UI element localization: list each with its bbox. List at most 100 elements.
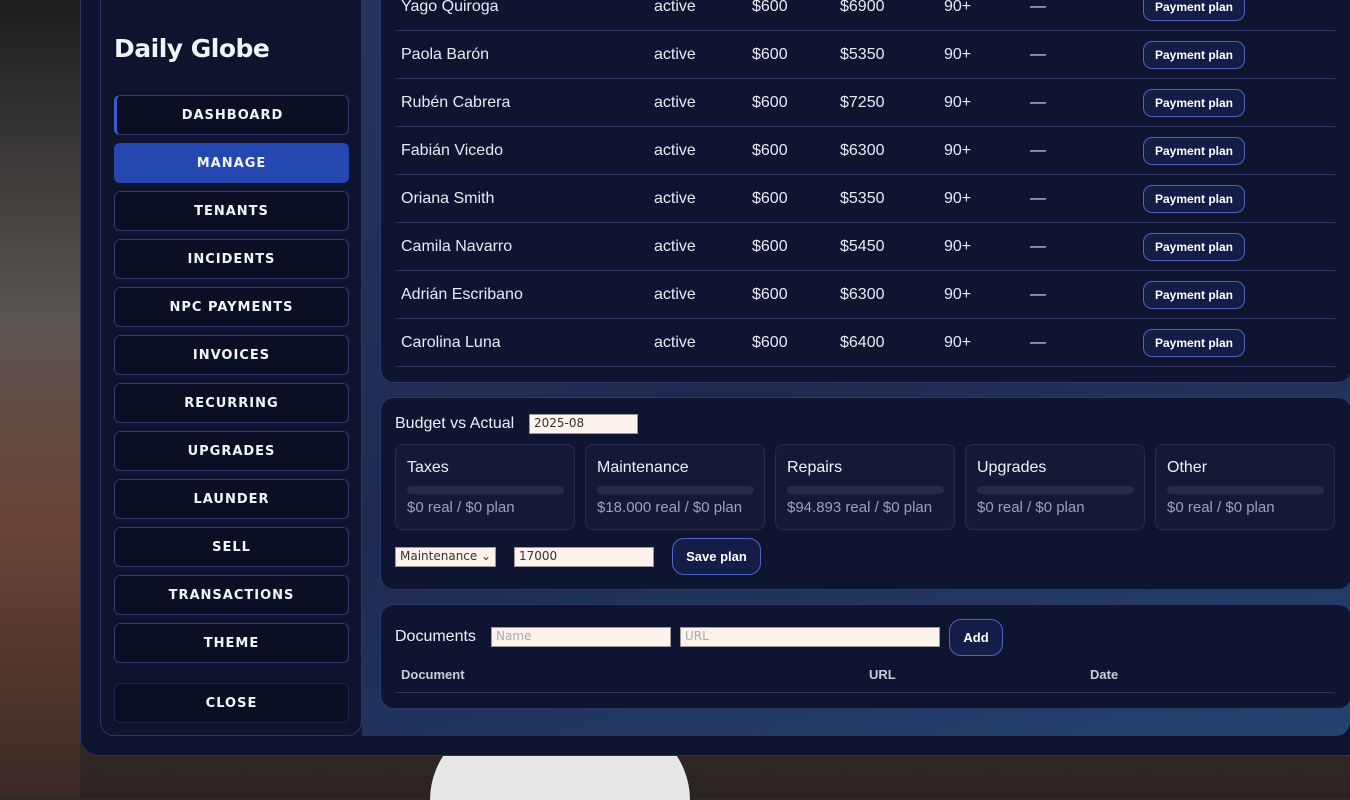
close-button[interactable]: CLOSE [114, 683, 349, 723]
payment-plan-button[interactable]: Payment plan [1143, 328, 1245, 357]
tenant-days-overdue: 90+ [944, 0, 972, 15]
tenant-note: — [1030, 141, 1046, 159]
tenant-days-overdue: 90+ [944, 237, 972, 255]
tenant-status: active [654, 0, 696, 15]
tenant-name: Fabián Vicedo [401, 141, 503, 159]
chevron-down-icon: ⌄ [480, 549, 491, 563]
tenant-name: Camila Navarro [401, 237, 513, 255]
budget-category-card: Repairs $94.893 real / $0 plan [775, 444, 955, 530]
nav-transactions-button[interactable]: TRANSACTIONS [114, 575, 349, 615]
tenant-rent: $600 [752, 141, 788, 159]
tenant-days-overdue: 90+ [944, 141, 972, 159]
save-plan-button[interactable]: Save plan [672, 538, 761, 575]
tenant-debt: $6300 [840, 285, 885, 303]
tenant-days-overdue: 90+ [944, 45, 972, 63]
nav-launder-button[interactable]: LAUNDER [114, 479, 349, 519]
nav-dashboard-button[interactable]: DASHBOARD [114, 95, 349, 135]
nav-recurring-button[interactable]: RECURRING [114, 383, 349, 423]
documents-card [380, 604, 1350, 709]
category-progress-bar [407, 486, 564, 494]
budget-category-card: Taxes $0 real / $0 plan [395, 444, 575, 530]
category-name: Upgrades [977, 459, 1047, 476]
budget-month-input[interactable]: 2025-08 [529, 414, 638, 434]
category-select[interactable]: Maintenance ⌄ [395, 547, 496, 567]
category-name: Other [1167, 459, 1208, 476]
nav-theme-button[interactable]: THEME [114, 623, 349, 663]
category-name: Taxes [407, 459, 449, 476]
tenant-note: — [1030, 0, 1046, 15]
table-row: Adrián Escribano active $600 $6300 90+ —… [395, 271, 1335, 319]
nav-upgrades-button[interactable]: UPGRADES [114, 431, 349, 471]
tenant-rent: $600 [752, 333, 788, 351]
table-row: Oriana Smith active $600 $5350 90+ — Pay… [395, 175, 1335, 223]
tenant-note: — [1030, 285, 1046, 303]
tenant-rent: $600 [752, 45, 788, 63]
tenant-rent: $600 [752, 93, 788, 111]
column-header-date: Date [1090, 667, 1119, 682]
game-background [0, 0, 80, 798]
tenant-debt: $6900 [840, 0, 885, 15]
tenant-debt: $6400 [840, 333, 885, 351]
tenant-status: active [654, 333, 696, 351]
tenant-rent: $600 [752, 237, 788, 255]
budget-title: Budget vs Actual [395, 415, 515, 432]
category-name: Repairs [787, 459, 843, 476]
tenant-name: Carolina Luna [401, 333, 501, 351]
payment-plan-button[interactable]: Payment plan [1143, 88, 1245, 117]
budget-category-card: Maintenance $18.000 real / $0 plan [585, 444, 765, 530]
documents-title: Documents [395, 628, 476, 645]
tenant-note: — [1030, 237, 1046, 255]
tenant-status: active [654, 285, 696, 303]
tenant-name: Adrián Escribano [401, 285, 523, 303]
budget-category-card: Upgrades $0 real / $0 plan [965, 444, 1145, 530]
tenant-debt: $6300 [840, 141, 885, 159]
table-row: Yago Quiroga active $600 $6900 90+ — Pay… [395, 0, 1335, 31]
tenant-note: — [1030, 189, 1046, 207]
category-progress-bar [787, 486, 944, 494]
plan-amount-input[interactable]: 17000 [514, 547, 654, 567]
nav-tenants-button[interactable]: TENANTS [114, 191, 349, 231]
tenant-status: active [654, 141, 696, 159]
document-url-input[interactable]: URL [680, 627, 940, 647]
table-row: Fabián Vicedo active $600 $6300 90+ — Pa… [395, 127, 1335, 175]
tenant-name: Oriana Smith [401, 189, 495, 207]
category-progress-bar [977, 486, 1134, 494]
payment-plan-button[interactable]: Payment plan [1143, 136, 1245, 165]
category-value: $0 real / $0 plan [977, 499, 1085, 516]
tenant-days-overdue: 90+ [944, 93, 972, 111]
nav-incidents-button[interactable]: INCIDENTS [114, 239, 349, 279]
budget-category-card: Other $0 real / $0 plan [1155, 444, 1335, 530]
payment-plan-button[interactable]: Payment plan [1143, 232, 1245, 261]
payment-plan-button[interactable]: Payment plan [1143, 184, 1245, 213]
tenant-status: active [654, 237, 696, 255]
tenant-rent: $600 [752, 285, 788, 303]
tenant-debt: $5450 [840, 237, 885, 255]
nav-invoices-button[interactable]: INVOICES [114, 335, 349, 375]
tenant-name: Rubén Cabrera [401, 93, 511, 111]
tenant-status: active [654, 93, 696, 111]
table-row: Rubén Cabrera active $600 $7250 90+ — Pa… [395, 79, 1335, 127]
nav-manage-button[interactable]: MANAGE [114, 143, 349, 183]
tenant-status: active [654, 45, 696, 63]
table-row: Carolina Luna active $600 $6400 90+ — Pa… [395, 319, 1335, 367]
table-row: Paola Barón active $600 $5350 90+ — Paym… [395, 31, 1335, 79]
tenant-rent: $600 [752, 189, 788, 207]
nav-npc-payments-button[interactable]: NPC PAYMENTS [114, 287, 349, 327]
category-select-value: Maintenance [400, 549, 478, 563]
category-value: $18.000 real / $0 plan [597, 499, 743, 516]
tenant-status: active [654, 189, 696, 207]
nav-sell-button[interactable]: SELL [114, 527, 349, 567]
tenant-debt: $5350 [840, 45, 885, 63]
tenant-debt: $5350 [840, 189, 885, 207]
payment-plan-button[interactable]: Payment plan [1143, 40, 1245, 69]
payment-plan-button[interactable]: Payment plan [1143, 280, 1245, 309]
category-name: Maintenance [597, 459, 689, 476]
documents-divider [395, 692, 1335, 693]
add-document-button[interactable]: Add [949, 619, 1003, 656]
tenant-note: — [1030, 45, 1046, 63]
category-progress-bar [597, 486, 754, 494]
category-value: $0 real / $0 plan [1167, 499, 1275, 516]
payment-plan-button[interactable]: Payment plan [1143, 0, 1245, 21]
category-value: $0 real / $0 plan [407, 499, 515, 516]
document-name-input[interactable]: Name [491, 627, 671, 647]
